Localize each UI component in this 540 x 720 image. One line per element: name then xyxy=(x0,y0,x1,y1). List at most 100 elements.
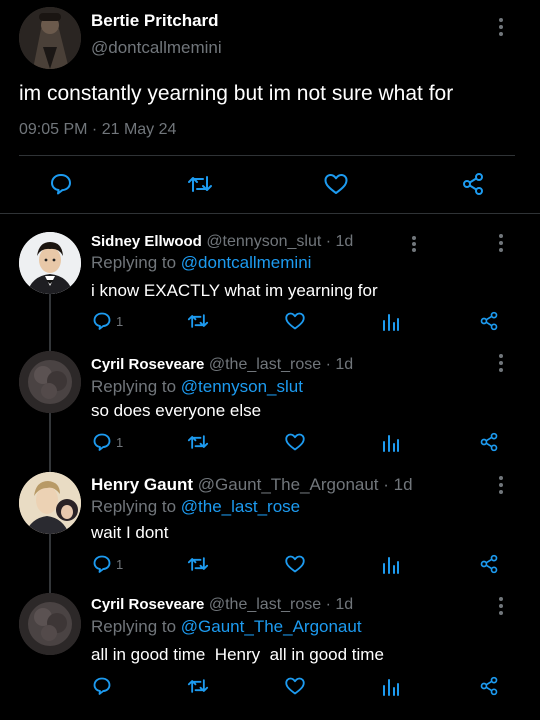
author-handle[interactable]: @the_last_rose xyxy=(209,596,321,613)
reply-button[interactable]: 1 xyxy=(92,432,123,452)
share-icon xyxy=(480,311,498,331)
reply-item[interactable]: Cyril Roseveare @the_last_rose · 1d Repl… xyxy=(0,583,540,720)
reply-header: Cyril Roseveare @the_last_rose · 1d xyxy=(91,596,353,614)
retweet-button[interactable] xyxy=(187,554,209,574)
share-button[interactable] xyxy=(479,554,499,574)
retweet-icon xyxy=(187,557,209,571)
more-options-icon[interactable] xyxy=(498,233,504,253)
speech-bubble-icon xyxy=(51,174,71,195)
reply-text: so does everyone else xyxy=(91,401,262,420)
analytics-button[interactable] xyxy=(382,554,400,574)
bar-chart-icon xyxy=(383,679,399,696)
reply-time: · 1d xyxy=(325,596,354,613)
analytics-button[interactable] xyxy=(382,676,400,696)
post-action-bar xyxy=(0,170,540,198)
more-options-icon[interactable] xyxy=(498,17,504,37)
more-options-icon[interactable] xyxy=(498,475,504,495)
mention-link[interactable]: @the_last_rose xyxy=(181,497,300,516)
mention-link[interactable]: @Gaunt_The_Argonaut xyxy=(181,617,362,636)
replying-to-label: Replying to xyxy=(91,253,177,272)
more-options-icon[interactable] xyxy=(498,596,504,616)
analytics-button[interactable] xyxy=(382,432,400,452)
author-name[interactable]: Henry Gaunt xyxy=(91,475,193,494)
reply-header: Sidney Ellwood @tennyson_slut · 1d xyxy=(91,233,353,251)
avatar[interactable] xyxy=(19,7,81,69)
replying-to-label: Replying to xyxy=(91,617,177,636)
reply-time: · 1d xyxy=(383,475,413,494)
replying-to: Replying to @the_last_rose xyxy=(91,497,300,517)
share-icon xyxy=(480,554,498,574)
reply-button[interactable]: 1 xyxy=(92,311,123,331)
heart-icon xyxy=(285,312,305,330)
retweet-icon xyxy=(188,176,212,192)
more-options-icon[interactable] xyxy=(411,235,417,255)
retweet-icon xyxy=(187,314,209,328)
like-button[interactable] xyxy=(284,554,306,574)
bar-chart-icon xyxy=(383,435,399,452)
share-button[interactable] xyxy=(479,432,499,452)
author-name[interactable]: Cyril Roseveare xyxy=(91,596,204,613)
speech-bubble-icon xyxy=(93,312,111,330)
heart-icon xyxy=(285,433,305,451)
reply-item[interactable]: Cyril Roseveare @the_last_rose · 1d Repl… xyxy=(0,341,540,461)
heart-icon xyxy=(285,677,305,695)
share-button[interactable] xyxy=(479,311,499,331)
main-post: Bertie Pritchard @dontcallmemini im cons… xyxy=(0,0,540,214)
reply-count: 1 xyxy=(116,556,124,572)
author-name[interactable]: Bertie Pritchard xyxy=(91,11,219,31)
reply-header: Henry Gaunt @Gaunt_The_Argonaut · 1d xyxy=(91,475,413,495)
avatar[interactable] xyxy=(19,351,81,413)
reply-button[interactable]: 1 xyxy=(92,554,123,574)
post-timestamp: 09:05 PM · 21 May 24 xyxy=(19,121,177,138)
author-handle[interactable]: @the_last_rose xyxy=(209,356,321,373)
divider xyxy=(19,155,515,156)
reply-time: · 1d xyxy=(325,356,354,373)
retweet-icon xyxy=(187,679,209,693)
author-handle[interactable]: @dontcallmemini xyxy=(91,38,222,58)
reply-item[interactable]: Henry Gaunt @Gaunt_The_Argonaut · 1d Rep… xyxy=(0,461,540,583)
heart-icon xyxy=(324,174,348,194)
reply-text: i know EXACTLY what im yearning for xyxy=(91,281,378,300)
replying-to-label: Replying to xyxy=(91,497,177,516)
speech-bubble-icon xyxy=(93,433,111,451)
like-button[interactable] xyxy=(284,311,306,331)
avatar[interactable] xyxy=(19,472,81,534)
retweet-button[interactable] xyxy=(187,676,209,696)
mention-link[interactable]: @dontcallmemini xyxy=(181,253,312,272)
retweet-icon xyxy=(187,435,209,449)
reply-text: all in good time Henry all in good time xyxy=(91,645,384,664)
author-handle[interactable]: @tennyson_slut xyxy=(206,233,321,250)
like-button[interactable] xyxy=(284,676,306,696)
reply-button[interactable] xyxy=(49,172,73,196)
reply-text: wait I dont xyxy=(91,523,169,542)
avatar[interactable] xyxy=(19,232,81,294)
analytics-button[interactable] xyxy=(382,311,400,331)
like-button[interactable] xyxy=(323,172,349,196)
reply-button[interactable] xyxy=(92,676,112,696)
reply-header: Cyril Roseveare @the_last_rose · 1d xyxy=(91,356,353,374)
author-handle[interactable]: @Gaunt_The_Argonaut xyxy=(198,475,379,494)
like-button[interactable] xyxy=(284,432,306,452)
author-name[interactable]: Cyril Roseveare xyxy=(91,356,204,373)
speech-bubble-icon xyxy=(93,555,111,573)
more-options-icon[interactable] xyxy=(498,353,504,373)
reply-action-bar xyxy=(0,676,540,698)
retweet-button[interactable] xyxy=(187,311,209,331)
bar-chart-icon xyxy=(383,557,399,574)
speech-bubble-icon xyxy=(93,677,111,695)
reply-action-bar: 1 xyxy=(0,311,540,333)
retweet-button[interactable] xyxy=(187,432,209,452)
replying-to: Replying to @Gaunt_The_Argonaut xyxy=(91,617,362,637)
reply-item[interactable]: Sidney Ellwood @tennyson_slut · 1d Reply… xyxy=(0,213,540,341)
reply-count: 1 xyxy=(116,434,124,450)
bar-chart-icon xyxy=(383,314,399,331)
share-icon xyxy=(480,432,498,452)
author-name[interactable]: Sidney Ellwood xyxy=(91,233,202,250)
retweet-button[interactable] xyxy=(187,172,213,196)
heart-icon xyxy=(285,555,305,573)
mention-link[interactable]: @tennyson_slut xyxy=(181,377,303,396)
avatar[interactable] xyxy=(19,593,81,655)
share-button[interactable] xyxy=(461,172,485,196)
share-icon xyxy=(480,676,498,696)
share-button[interactable] xyxy=(479,676,499,696)
